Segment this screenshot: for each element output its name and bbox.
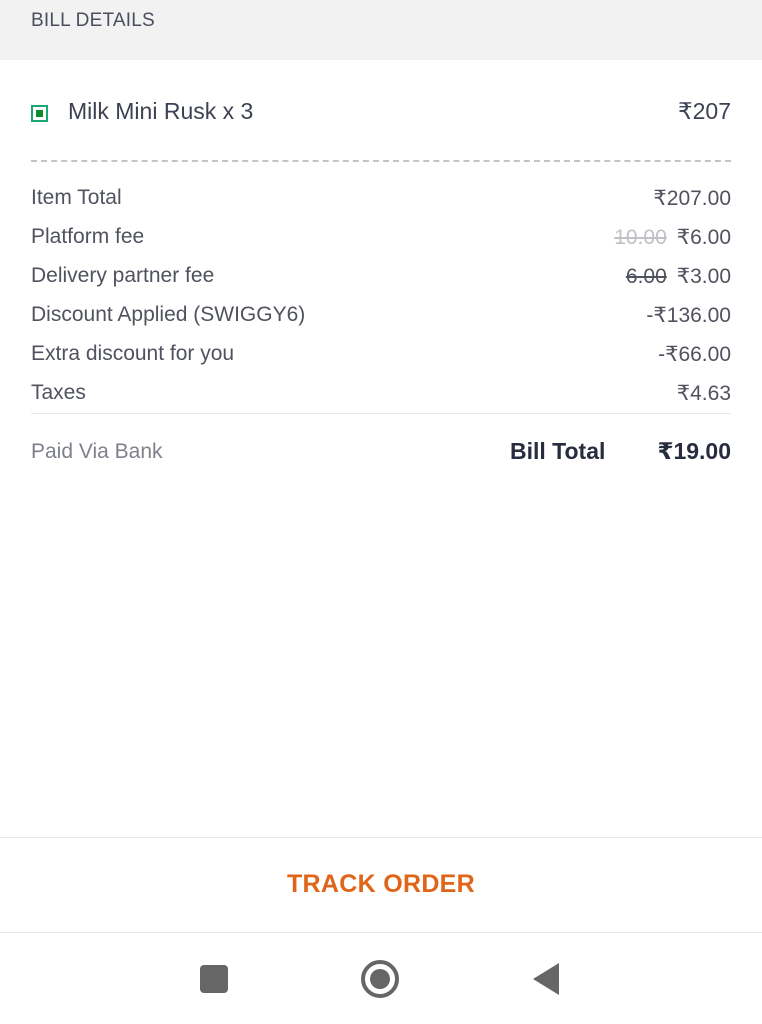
line-value: ₹207.00 xyxy=(653,187,731,210)
system-nav-bar xyxy=(0,934,762,1024)
bill-total-label: Bill Total xyxy=(510,438,606,464)
order-item-row: Milk Mini Rusk x 3 ₹207 xyxy=(31,97,731,129)
home-circle-icon xyxy=(361,960,399,998)
action-bar: TRACK ORDER xyxy=(0,837,762,933)
home-button[interactable] xyxy=(355,954,405,1004)
bill-total-value: ₹19.00 xyxy=(657,438,731,464)
total-divider xyxy=(31,413,731,414)
line-label: Delivery partner fee xyxy=(31,264,215,287)
line-value: ₹4.63 xyxy=(676,382,731,405)
recents-square-icon xyxy=(200,965,228,993)
original-fee: 6.00 xyxy=(625,265,667,288)
item-price: ₹207 xyxy=(677,98,731,124)
item-name: Milk Mini Rusk x 3 xyxy=(68,98,254,124)
line-label: Discount Applied (SWIGGY6) xyxy=(31,303,306,326)
bill-line-platform-fee: Platform fee 10.00 ₹6.00 xyxy=(31,222,731,261)
bill-line-extra-discount: Extra discount for you -₹66.00 xyxy=(31,339,731,378)
line-label: Taxes xyxy=(31,381,86,404)
original-fee: 10.00 xyxy=(614,226,667,249)
back-button[interactable] xyxy=(521,954,571,1004)
line-label: Item Total xyxy=(31,186,122,209)
line-value: ₹6.00 xyxy=(676,226,731,249)
section-title: BILL DETAILS xyxy=(31,10,155,31)
line-label: Platform fee xyxy=(31,225,145,248)
bill-line-item-total: Item Total ₹207.00 xyxy=(31,183,731,222)
veg-indicator-icon xyxy=(31,105,48,122)
bill-details-header: BILL DETAILS xyxy=(0,0,762,60)
bill-line-taxes: Taxes ₹4.63 xyxy=(31,378,731,417)
line-value: ₹3.00 xyxy=(676,265,731,288)
bill-breakdown: Item Total ₹207.00 Platform fee 10.00 ₹6.… xyxy=(31,183,731,417)
bill-total-row: Paid Via Bank Bill Total ₹19.00 xyxy=(31,437,731,469)
line-label: Extra discount for you xyxy=(31,342,235,365)
dashed-divider xyxy=(31,160,731,162)
line-value: -₹136.00 xyxy=(646,304,731,327)
payment-method: Paid Via Bank xyxy=(31,440,163,463)
recents-button[interactable] xyxy=(189,954,239,1004)
bill-line-delivery-fee: Delivery partner fee 6.00 ₹3.00 xyxy=(31,261,731,300)
track-order-button[interactable]: TRACK ORDER xyxy=(231,858,531,910)
line-value: -₹66.00 xyxy=(658,343,731,366)
bill-line-discount: Discount Applied (SWIGGY6) -₹136.00 xyxy=(31,300,731,339)
back-triangle-icon xyxy=(533,963,559,995)
